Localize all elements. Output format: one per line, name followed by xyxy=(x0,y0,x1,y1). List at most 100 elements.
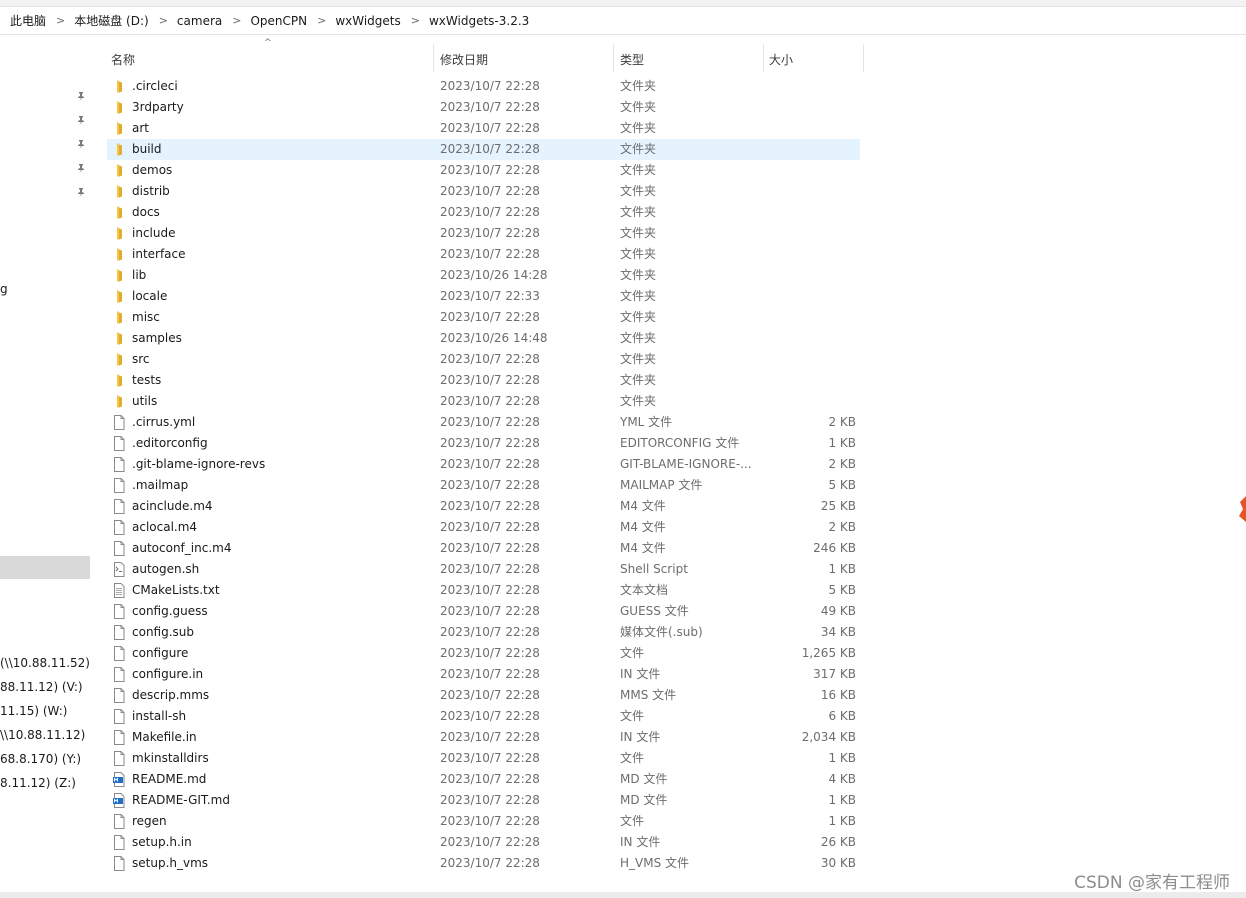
file-date: 2023/10/7 22:28 xyxy=(440,226,540,240)
file-row[interactable]: 3rdparty 2023/10/7 22:28 文件夹 xyxy=(96,97,1246,118)
file-row[interactable]: .cirrus.yml 2023/10/7 22:28 YML 文件 2 KB xyxy=(96,412,1246,433)
file-row[interactable]: mkinstalldirs 2023/10/7 22:28 文件 1 KB xyxy=(96,748,1246,769)
file-row[interactable]: configure.in 2023/10/7 22:28 IN 文件 317 KB xyxy=(96,664,1246,685)
file-name: demos xyxy=(132,163,173,177)
file-date: 2023/10/7 22:28 xyxy=(440,436,540,450)
column-divider[interactable] xyxy=(613,44,614,72)
file-row[interactable]: utils 2023/10/7 22:28 文件夹 xyxy=(96,391,1246,412)
pin-icon[interactable] xyxy=(76,115,86,125)
nav-network-drive-z[interactable]: 8.11.12) (Z:) xyxy=(0,776,76,790)
file-row[interactable]: config.guess 2023/10/7 22:28 GUESS 文件 49 KB xyxy=(96,601,1246,622)
nav-network-drive-w[interactable]: 11.15) (W:) xyxy=(0,704,67,718)
file-icon xyxy=(112,520,126,535)
file-row[interactable]: autoconf_inc.m4 2023/10/7 22:28 M4 文件 246 K… xyxy=(96,538,1246,559)
file-size: 1 KB xyxy=(828,562,856,576)
file-row[interactable]: interface 2023/10/7 22:28 文件夹 xyxy=(96,244,1246,265)
file-row[interactable]: install-sh 2023/10/7 22:28 文件 6 KB xyxy=(96,706,1246,727)
file-name: autoconf_inc.m4 xyxy=(132,541,232,555)
address-breadcrumb[interactable]: 此电脑 > 本地磁盘 (D:) > camera > OpenCPN > wxWidgets > w… xyxy=(0,7,1246,35)
file-row[interactable]: aclocal.m4 2023/10/7 22:28 M4 文件 2 KB xyxy=(96,517,1246,538)
file-row[interactable]: .circleci 2023/10/7 22:28 文件夹 xyxy=(96,76,1246,97)
file-name: regen xyxy=(132,814,167,828)
file-row[interactable]: regen 2023/10/7 22:28 文件 1 KB xyxy=(96,811,1246,832)
file-size: 1,265 KB xyxy=(801,646,856,660)
file-row[interactable]: samples 2023/10/26 14:48 文件夹 xyxy=(96,328,1246,349)
pin-icon[interactable] xyxy=(76,139,86,149)
file-row[interactable]: art 2023/10/7 22:28 文件夹 xyxy=(96,118,1246,139)
breadcrumb-item[interactable]: wxWidgets-3.2.3 xyxy=(429,14,529,28)
breadcrumb-item[interactable]: 本地磁盘 (D:) xyxy=(74,12,148,29)
file-row[interactable]: .git-blame-ignore-revs 2023/10/7 22:28 GIT… xyxy=(96,454,1246,475)
file-icon xyxy=(112,457,126,472)
file-row[interactable]: include 2023/10/7 22:28 文件夹 xyxy=(96,223,1246,244)
pin-icon[interactable] xyxy=(76,163,86,173)
breadcrumb-chevron-icon[interactable]: > xyxy=(317,14,326,27)
file-row[interactable]: .mailmap 2023/10/7 22:28 MAILMAP 文件 5 KB xyxy=(96,475,1246,496)
file-row[interactable]: demos 2023/10/7 22:28 文件夹 xyxy=(96,160,1246,181)
file-row[interactable]: CMakeLists.txt 2023/10/7 22:28 文本文档 5 KB xyxy=(96,580,1246,601)
file-name: autogen.sh xyxy=(132,562,200,576)
file-row[interactable]: autogen.sh 2023/10/7 22:28 Shell Script 1 K… xyxy=(96,559,1246,580)
breadcrumb-chevron-icon[interactable]: > xyxy=(56,14,65,27)
column-divider[interactable] xyxy=(763,44,764,72)
nav-network-drive-x[interactable]: \\10.88.11.12) (X xyxy=(0,728,90,742)
sort-ascending-icon: ^ xyxy=(264,38,272,48)
file-row[interactable]: misc 2023/10/7 22:28 文件夹 xyxy=(96,307,1246,328)
column-header-size[interactable]: 大小 xyxy=(769,51,793,68)
watermark-text: CSDN @家有工程师 xyxy=(1074,873,1230,893)
folder-icon xyxy=(112,79,126,94)
file-row[interactable]: descrip.mms 2023/10/7 22:28 MMS 文件 16 KB xyxy=(96,685,1246,706)
nav-network-drive-y[interactable]: 68.8.170) (Y:) xyxy=(0,752,81,766)
nav-item-partial[interactable]: g xyxy=(0,282,8,296)
breadcrumb-chevron-icon[interactable]: > xyxy=(411,14,420,27)
file-row[interactable]: config.sub 2023/10/7 22:28 媒体文件(.sub) 34 KB xyxy=(96,622,1246,643)
folder-icon xyxy=(112,184,126,199)
file-name: aclocal.m4 xyxy=(132,520,198,534)
column-divider[interactable] xyxy=(433,44,434,72)
file-row[interactable]: locale 2023/10/7 22:33 文件夹 xyxy=(96,286,1246,307)
file-name: mkinstalldirs xyxy=(132,751,209,765)
file-rows: .circleci 2023/10/7 22:28 文件夹 3rdparty 2023/… xyxy=(96,76,1246,874)
file-name: misc xyxy=(132,310,160,324)
breadcrumb-item[interactable]: wxWidgets xyxy=(335,14,400,28)
file-row[interactable]: docs 2023/10/7 22:28 文件夹 xyxy=(96,202,1246,223)
file-row[interactable]: README.md 2023/10/7 22:28 MD 文件 4 KB xyxy=(96,769,1246,790)
file-icon xyxy=(112,646,126,661)
file-row[interactable]: acinclude.m4 2023/10/7 22:28 M4 文件 25 KB xyxy=(96,496,1246,517)
nav-selected-item[interactable] xyxy=(0,556,90,579)
file-row[interactable]: build 2023/10/7 22:28 文件夹 xyxy=(96,139,1246,160)
file-row[interactable]: distrib 2023/10/7 22:28 文件夹 xyxy=(96,181,1246,202)
text-file-icon xyxy=(112,583,126,598)
breadcrumb-item[interactable]: camera xyxy=(177,14,222,28)
folder-icon xyxy=(112,163,126,178)
nav-network-drive-v[interactable]: 88.11.12) (V:) xyxy=(0,680,83,694)
breadcrumb-chevron-icon[interactable]: > xyxy=(159,14,168,27)
file-row[interactable]: lib 2023/10/26 14:28 文件夹 xyxy=(96,265,1246,286)
file-row[interactable]: setup.h.in 2023/10/7 22:28 IN 文件 26 KB xyxy=(96,832,1246,853)
file-row[interactable]: configure 2023/10/7 22:28 文件 1,265 KB xyxy=(96,643,1246,664)
file-icon xyxy=(112,499,126,514)
pin-icon[interactable] xyxy=(76,91,86,101)
file-row[interactable]: .editorconfig 2023/10/7 22:28 EDITORCONFIG… xyxy=(96,433,1246,454)
file-name: .mailmap xyxy=(132,478,189,492)
file-row[interactable]: Makefile.in 2023/10/7 22:28 IN 文件 2,034 KB xyxy=(96,727,1246,748)
column-header-date[interactable]: 修改日期 xyxy=(440,51,488,68)
file-type: 文件夹 xyxy=(620,247,657,261)
column-header-type[interactable]: 类型 xyxy=(620,51,644,68)
file-row[interactable]: README-GIT.md 2023/10/7 22:28 MD 文件 1 KB xyxy=(96,790,1246,811)
file-row[interactable]: tests 2023/10/7 22:28 文件夹 xyxy=(96,370,1246,391)
column-header-name[interactable]: 名称 xyxy=(111,51,135,68)
file-date: 2023/10/7 22:28 xyxy=(440,499,540,513)
nav-network-drive[interactable]: (\\10.88.11.52) xyxy=(0,656,90,670)
breadcrumb-item[interactable]: 此电脑 xyxy=(10,12,46,29)
breadcrumb-item[interactable]: OpenCPN xyxy=(250,14,307,28)
column-divider[interactable] xyxy=(863,44,864,72)
folder-icon xyxy=(112,226,126,241)
file-date: 2023/10/7 22:28 xyxy=(440,310,540,324)
file-row[interactable]: src 2023/10/7 22:28 文件夹 xyxy=(96,349,1246,370)
file-name: config.sub xyxy=(132,625,195,639)
pin-icon[interactable] xyxy=(76,187,86,197)
file-name: CMakeLists.txt xyxy=(132,583,220,597)
folder-icon xyxy=(112,100,126,115)
breadcrumb-chevron-icon[interactable]: > xyxy=(232,14,241,27)
